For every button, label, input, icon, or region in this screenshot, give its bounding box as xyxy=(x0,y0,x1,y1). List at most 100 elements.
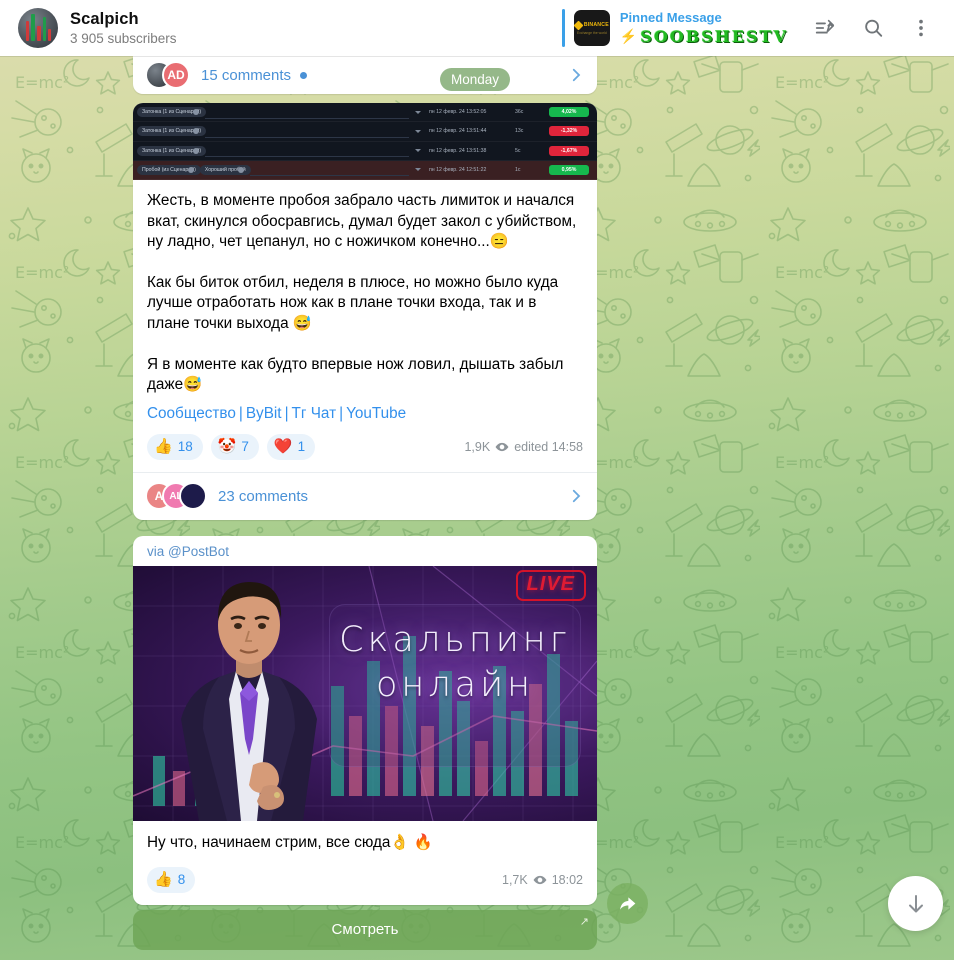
channel-avatar[interactable] xyxy=(18,8,58,48)
more-vertical-icon[interactable] xyxy=(910,17,932,39)
row-caret-icon xyxy=(415,129,421,133)
table-row: Затонка (1 из Сценарий) пн 12 февр. 24 1… xyxy=(133,122,597,142)
table-row: Пробой (из Сценарий) Хороший пробой пн 1… xyxy=(133,160,597,180)
telegram-channel-view: E=mc² xyxy=(0,0,954,960)
row-duration: 36с xyxy=(515,109,524,116)
link-separator: | xyxy=(284,404,289,422)
eye-icon xyxy=(495,442,509,451)
link-community[interactable]: Сообщество xyxy=(147,405,236,422)
post-paragraph: Как бы биток отбил, неделя в плюсе, но м… xyxy=(147,273,559,332)
pinned-message-banner[interactable]: BINANCE Exchange the world Pinned Messag… xyxy=(561,6,788,50)
table-row: Затонка (1 из Сценарий) пн 12 февр. 24 1… xyxy=(133,103,597,123)
reaction-clown[interactable]: 🤡 7 xyxy=(210,433,259,460)
post-body: Жесть, в моменте пробоя забрало часть ли… xyxy=(133,180,597,400)
reaction-thumbsup[interactable]: 👍 18 xyxy=(147,433,203,460)
row-duration: 1с xyxy=(515,166,521,173)
date-separator: Monday xyxy=(440,68,511,91)
external-link-icon: ↗ xyxy=(579,915,589,928)
comment-avatars: A AL xyxy=(145,482,207,511)
pinned-label: Pinned Message xyxy=(619,10,722,25)
channel-name: Scalpich xyxy=(70,10,139,28)
row-date: пн 12 февр. 24 12:51:22 xyxy=(429,166,487,173)
watch-button[interactable]: Смотреть ↗ xyxy=(133,909,597,950)
reaction-count: 7 xyxy=(241,439,249,455)
clown-icon: 🤡 xyxy=(217,438,237,456)
banner-title-line1: Скальпинг xyxy=(339,619,571,660)
row-caret-icon xyxy=(415,110,421,114)
row-date: пн 12 февр. 24 13:51:38 xyxy=(429,147,487,154)
row-date: пн 12 февр. 24 13:51:44 xyxy=(429,128,487,135)
link-separator: | xyxy=(339,404,344,422)
heart-icon: ❤️ xyxy=(273,438,293,456)
comment-avatars: AD xyxy=(145,61,190,89)
scroll-to-bottom-button[interactable] xyxy=(888,876,943,931)
thumbsup-icon: 👍 xyxy=(154,871,173,889)
chevron-right-icon[interactable] xyxy=(567,66,585,84)
presenter-photo xyxy=(181,581,317,821)
row-pct-badge: 0,95% xyxy=(549,164,589,175)
lightning-icon: ⚡ xyxy=(619,28,638,44)
view-count: 1,9K xyxy=(464,439,491,454)
row-caret-icon xyxy=(415,149,421,153)
link-separator: | xyxy=(238,404,243,422)
pinned-message-text: SOOBSHESTV xyxy=(640,27,788,46)
link-youtube[interactable]: YouTube xyxy=(346,405,406,422)
unread-dot xyxy=(300,71,308,79)
row-caret-icon xyxy=(415,168,421,172)
post2-meta: 1,7K 18:02 xyxy=(502,873,583,887)
link-tg-chat[interactable]: Тг Чат xyxy=(292,405,337,422)
pinned-thumb-tagline: Exchange the world xyxy=(576,30,607,35)
reaction-heart[interactable]: ❤️ 1 xyxy=(266,433,316,460)
reaction-thumbsup[interactable]: 👍 8 xyxy=(147,866,196,893)
pinned-thumb-brand: BINANCE xyxy=(583,22,609,28)
pinned-thumbnail: BINANCE Exchange the world xyxy=(573,10,610,46)
avatar xyxy=(179,482,207,511)
row-pct-badge: -1,32% xyxy=(549,126,589,137)
post-meta: 1,9K edited 14:58 xyxy=(464,440,583,454)
edited-timestamp: edited 14:58 xyxy=(514,439,583,454)
arrow-down-icon xyxy=(908,894,923,912)
watch-button-label: Смотреть xyxy=(331,921,399,939)
post2-reactions: 👍 8 1,7K 18:02 xyxy=(133,857,597,905)
share-button[interactable] xyxy=(607,883,648,924)
pinned-accent-bar xyxy=(561,9,565,47)
post-comments-bar[interactable]: A AL 23 comments xyxy=(133,471,597,520)
post-caption: Ну что, начинаем стрим, все сюда👌 🔥 xyxy=(147,833,433,851)
row-pct-badge: 4,02% xyxy=(549,107,589,118)
row-duration: 13с xyxy=(515,128,524,135)
post-reactions: 👍 18 🤡 7 ❤️ 1 1,9K edited 14:58 xyxy=(133,424,597,472)
row-duration: 5с xyxy=(515,147,521,154)
row-date: пн 12 февр. 24 13:52:05 xyxy=(429,109,487,116)
pinned-list-icon[interactable] xyxy=(814,17,836,39)
live-badge: LIVE xyxy=(515,569,586,601)
post-paragraph: Я в моменте как будто впервые нож ловил,… xyxy=(147,355,564,394)
link-bybit[interactable]: ByBit xyxy=(246,405,282,422)
stream-banner-image[interactable]: Скальпинг онлайн LIVE xyxy=(133,565,597,821)
eye-icon xyxy=(533,875,547,884)
channel-info[interactable]: Scalpich 3 905 subscribers xyxy=(70,10,177,46)
channel-header: Scalpich 3 905 subscribers BINANCE Excha… xyxy=(0,0,954,56)
previous-post-comments-bar[interactable]: AD 15 comments xyxy=(133,56,597,94)
binance-logo-icon xyxy=(573,20,584,30)
view-count: 1,7K xyxy=(502,872,528,887)
reaction-count: 1 xyxy=(297,439,306,455)
via-bot-label[interactable]: via @PostBot xyxy=(133,536,597,566)
reaction-count: 18 xyxy=(177,439,193,455)
subscriber-count: 3 905 subscribers xyxy=(70,31,177,46)
table-row: Затонка (1 из Сценарий) пн 12 февр. 24 1… xyxy=(133,142,597,161)
search-icon[interactable] xyxy=(862,17,884,39)
row-pct-badge: -1,67% xyxy=(549,145,589,156)
thumbsup-icon: 👍 xyxy=(154,438,173,456)
chevron-right-icon[interactable] xyxy=(567,487,585,505)
post-timestamp: 18:02 xyxy=(551,872,583,887)
post-message-1: Затонка (1 из Сценарий) пн 12 февр. 24 1… xyxy=(133,103,597,520)
post-message-2: via @PostBot Скальпинг онлайн LIVE Ну чт… xyxy=(133,535,597,905)
post-links-row: Сообщество | ByBit | Тг Чат | YouTube xyxy=(133,400,597,424)
avatar: AD xyxy=(162,61,190,89)
comments-count-label: 23 comments xyxy=(218,487,309,505)
comments-count-label: 15 comments xyxy=(201,66,292,84)
banner-title-line2: онлайн xyxy=(375,664,535,705)
banner-title: Скальпинг онлайн xyxy=(329,618,581,708)
reaction-count: 8 xyxy=(177,872,186,888)
trade-journal-screenshot[interactable]: Затонка (1 из Сценарий) пн 12 февр. 24 1… xyxy=(133,103,597,180)
